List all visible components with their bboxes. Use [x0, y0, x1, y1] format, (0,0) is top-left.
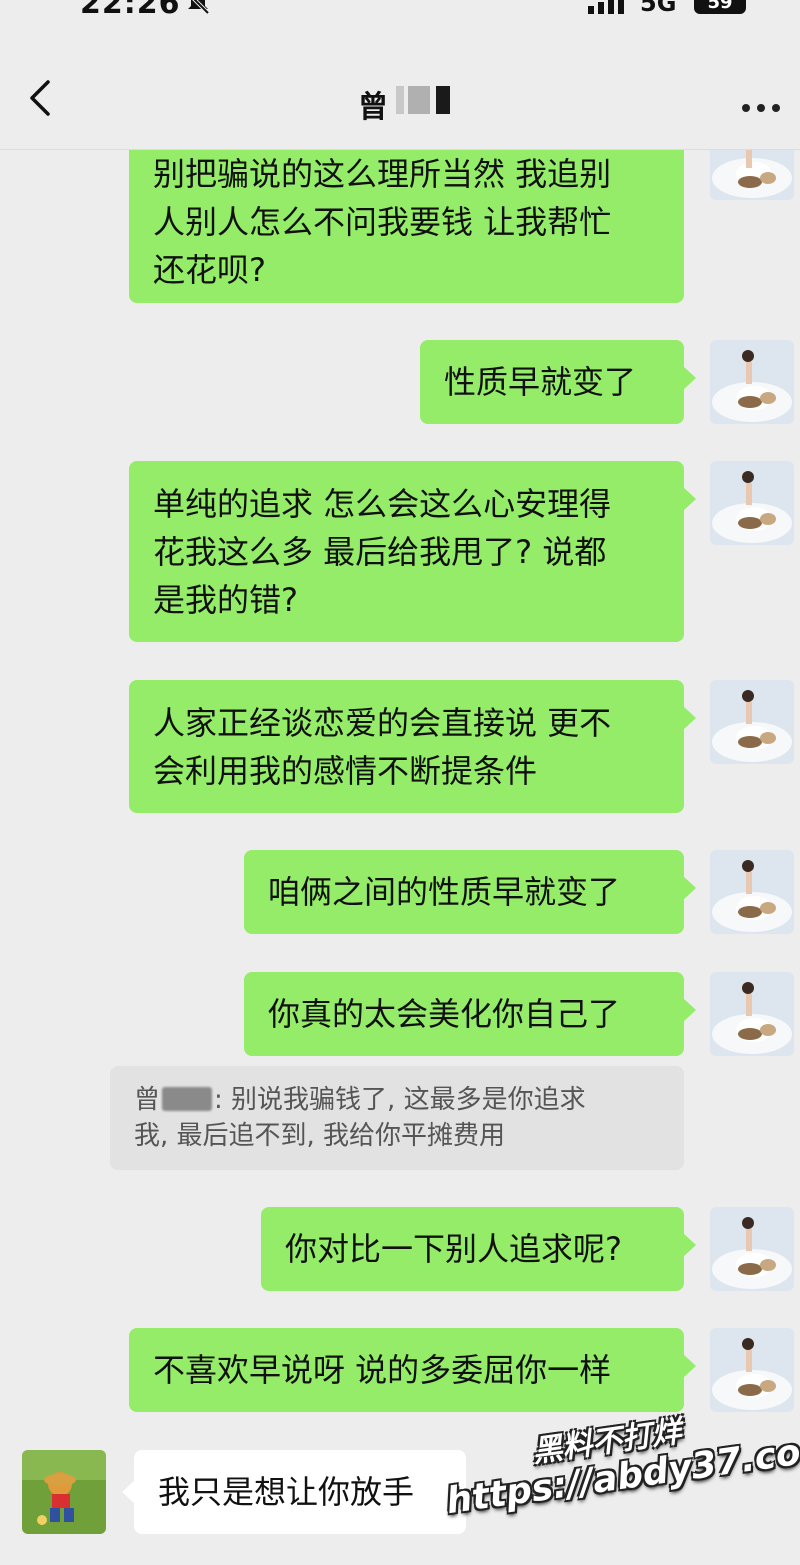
message-text: 你对比一下别人追求呢?: [285, 1230, 622, 1268]
message-text: 不喜欢早说呀 说的多委屈你一样: [153, 1351, 612, 1389]
battery-icon: 59: [694, 0, 746, 14]
message-text: 咱俩之间的性质早就变了: [268, 873, 621, 911]
avatar[interactable]: [710, 680, 794, 764]
bubble-tail: [683, 366, 696, 390]
message-bubble[interactable]: 不喜欢早说呀 说的多委屈你一样: [129, 1328, 696, 1412]
more-icon[interactable]: [740, 104, 782, 114]
message-text: 别把骗说的这么理所当然 我追别 人别人怎么不问我要钱 让我帮忙 还花呗?: [153, 155, 612, 289]
message-bubble[interactable]: 性质早就变了: [420, 340, 696, 424]
avatar[interactable]: [710, 340, 794, 424]
bubble-tail: [683, 998, 696, 1022]
mute-icon: [188, 0, 210, 15]
status-time: 22:26: [80, 0, 181, 20]
quote-text-line2: 我, 最后追不到, 我给你平摊费用: [134, 1121, 506, 1151]
back-icon[interactable]: [24, 78, 54, 118]
quote-redaction: [162, 1087, 213, 1111]
avatar[interactable]: [710, 972, 794, 1056]
message-bubble[interactable]: 单纯的追求 怎么会这么心安理得 花我这么多 最后给我甩了? 说都 是我的错?: [129, 461, 696, 642]
message-text: 我只是想让你放手: [158, 1473, 415, 1511]
bubble-tail: [683, 487, 696, 511]
message-text: 你真的太会美化你自己了: [268, 995, 621, 1033]
name-redaction: [396, 86, 454, 114]
signal-icon: [588, 0, 624, 14]
message-bubble[interactable]: 你对比一下别人追求呢?: [261, 1207, 696, 1291]
status-bar: 22:26 5G 59: [0, 0, 800, 20]
message-bubble[interactable]: 别把骗说的这么理所当然 我追别 人别人怎么不问我要钱 让我帮忙 还花呗?: [129, 150, 684, 303]
message-bubble[interactable]: 人家正经谈恋爱的会直接说 更不 会利用我的感情不断提条件: [129, 680, 696, 813]
bubble-tail: [683, 1354, 696, 1378]
avatar[interactable]: [710, 150, 794, 200]
chat-area[interactable]: 别把骗说的这么理所当然 我追别 人别人怎么不问我要钱 让我帮忙 还花呗? 性质早…: [0, 150, 800, 1565]
message-text: 人家正经谈恋爱的会直接说 更不 会利用我的感情不断提条件: [153, 703, 612, 790]
contact-name: 曾: [358, 90, 388, 125]
quote-text-line1: : 别说我骗钱了, 这最多是你追求: [214, 1085, 586, 1115]
avatar[interactable]: [710, 461, 794, 545]
bubble-tail: [683, 706, 696, 730]
bubble-tail: [122, 1480, 135, 1504]
message-text: 单纯的追求 怎么会这么心安理得 花我这么多 最后给我甩了? 说都 是我的错?: [153, 484, 612, 619]
message-bubble[interactable]: 我只是想让你放手: [122, 1450, 466, 1534]
avatar[interactable]: [22, 1450, 106, 1534]
network-label: 5G: [640, 0, 677, 17]
bubble-tail: [683, 1233, 696, 1257]
quote-sender: 曾: [134, 1085, 161, 1115]
message-bubble[interactable]: 咱俩之间的性质早就变了: [244, 850, 696, 934]
quoted-message[interactable]: 曾 : 别说我骗钱了, 这最多是你追求 我, 最后追不到, 我给你平摊费用: [110, 1066, 684, 1170]
message-text: 性质早就变了: [444, 363, 637, 401]
message-bubble[interactable]: 你真的太会美化你自己了: [244, 972, 696, 1056]
avatar[interactable]: [710, 1207, 794, 1291]
nav-bar: 曾: [0, 20, 800, 150]
avatar[interactable]: [710, 850, 794, 934]
bubble-tail: [683, 876, 696, 900]
